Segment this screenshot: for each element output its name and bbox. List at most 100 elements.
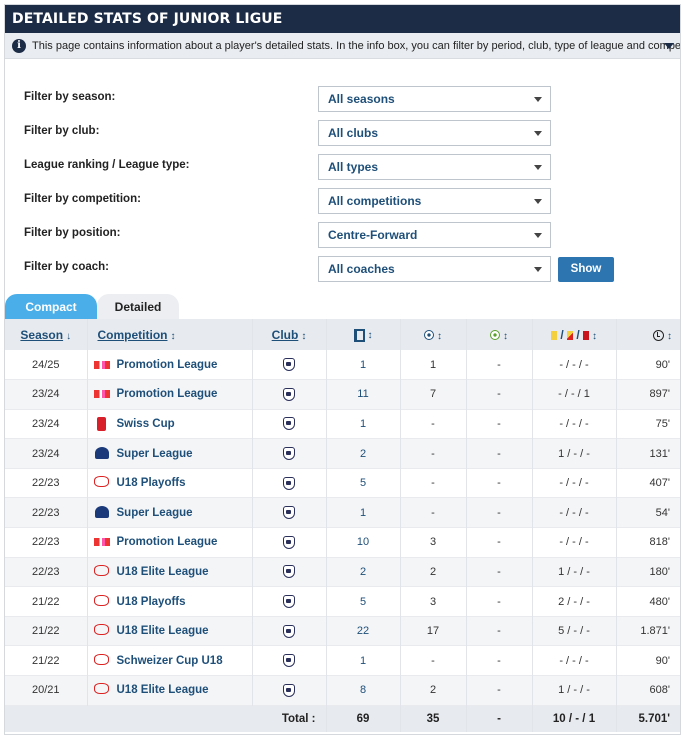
dropdown-arrow-icon (534, 233, 542, 238)
season-cell: 21/22 (5, 586, 88, 617)
apps-cell[interactable]: 2 (326, 438, 401, 469)
coach-select[interactable]: All coaches (318, 256, 551, 282)
cards-cell: 1 / - / - (532, 438, 617, 469)
apps-cell[interactable]: 22 (326, 616, 401, 646)
header-club[interactable]: Club ↕ (252, 319, 327, 350)
club-crest-icon[interactable] (283, 654, 295, 668)
club-crest-icon[interactable] (283, 476, 295, 490)
club-crest-icon[interactable] (283, 387, 295, 401)
goals-cell: 17 (400, 616, 467, 646)
apps-cell[interactable]: 10 (326, 527, 401, 558)
competition-link[interactable]: Promotion League (117, 536, 218, 548)
sort-icon: ↕ (592, 330, 598, 342)
goals-icon (424, 330, 434, 341)
u18-logo[interactable] (93, 476, 111, 490)
club-select[interactable]: All clubs (318, 120, 551, 146)
competition-link[interactable]: U18 Elite League (117, 684, 209, 696)
table-header-row: Season ↓ Competition ↕ Club ↕ ↕ ↕ ↕ / / ↕ ↕ (5, 319, 680, 350)
competition-cell: U18 Elite League (87, 557, 253, 587)
apps-cell[interactable]: 5 (326, 468, 401, 498)
header-season[interactable]: Season ↓ (5, 319, 88, 350)
u18-logo[interactable] (93, 653, 111, 668)
dropdown-arrow-icon (534, 267, 542, 272)
club-crest-icon[interactable] (283, 595, 295, 609)
u18-logo[interactable] (93, 683, 111, 697)
table-row: 21/22 U18 Playoffs 5 3-2 / - / - 480' (5, 586, 680, 617)
goals-cell: - (400, 409, 467, 439)
club-crest-icon[interactable] (283, 624, 295, 638)
season-cell: 21/22 (5, 645, 88, 676)
club-crest-icon[interactable] (283, 506, 295, 520)
club-crest-icon[interactable] (283, 447, 295, 461)
season-cell: 23/24 (5, 409, 88, 439)
promotion-league-logo[interactable] (93, 387, 111, 401)
assists-cell: - (466, 616, 533, 646)
table-row: 24/25 Promotion League 1 1- - / - / -90' (5, 350, 680, 380)
header-appearances[interactable]: ↕ (326, 319, 401, 350)
info-bar[interactable]: i This page contains information about a… (5, 33, 680, 59)
filter-label: Filter by season: (24, 91, 116, 103)
club-crest-icon[interactable] (283, 565, 295, 579)
competition-link[interactable]: Promotion League (117, 388, 218, 400)
super-league-logo[interactable] (93, 505, 111, 520)
competition-link[interactable]: U18 Elite League (117, 625, 209, 637)
header-goals[interactable]: ↕ (400, 319, 467, 350)
apps-cell[interactable]: 5 (326, 586, 401, 617)
apps-cell[interactable]: 1 (326, 409, 401, 439)
competition-cell: U18 Elite League (87, 675, 253, 706)
promotion-league-logo[interactable] (93, 535, 111, 549)
competition-link[interactable]: Schweizer Cup U18 (117, 655, 223, 667)
competition-cell: U18 Elite League (87, 616, 253, 646)
cards-cell: 1 / - / - (532, 557, 617, 587)
club-crest-icon[interactable] (283, 417, 295, 431)
swiss-cup-logo[interactable] (93, 416, 111, 431)
competition-link[interactable]: Swiss Cup (117, 418, 175, 430)
tab-detailed[interactable]: Detailed (97, 294, 179, 319)
apps-cell[interactable]: 1 (326, 645, 401, 676)
club-crest-icon[interactable] (283, 683, 295, 697)
league-type-select[interactable]: All types (318, 154, 551, 180)
header-cards[interactable]: / / ↕ (532, 319, 617, 350)
apps-cell[interactable]: 2 (326, 557, 401, 587)
show-button[interactable]: Show (558, 257, 614, 282)
apps-cell[interactable]: 1 (326, 497, 401, 528)
apps-cell[interactable]: 11 (326, 379, 401, 410)
header-competition[interactable]: Competition ↕ (87, 319, 253, 350)
competition-select[interactable]: All competitions (318, 188, 551, 214)
table-row: 22/23 U18 Playoffs 5- - - / - / -407' (5, 468, 680, 498)
season-cell: 23/24 (5, 438, 88, 469)
competition-link[interactable]: Super League (117, 448, 193, 460)
season-select[interactable]: All seasons (318, 86, 551, 112)
select-value: All types (328, 160, 379, 174)
club-crest-icon[interactable] (283, 358, 295, 372)
promotion-league-logo[interactable] (93, 358, 111, 372)
competition-link[interactable]: U18 Elite League (117, 566, 209, 578)
chevron-down-icon[interactable] (664, 43, 674, 49)
apps-cell[interactable]: 8 (326, 675, 401, 706)
competition-cell: Promotion League (87, 527, 253, 558)
sort-icon: ↕ (437, 330, 442, 342)
cards-cell: - / - / - (532, 468, 617, 498)
u18-logo[interactable] (93, 564, 111, 579)
competition-link[interactable]: U18 Playoffs (117, 477, 186, 489)
competition-link[interactable]: U18 Playoffs (117, 596, 186, 608)
header-assists[interactable]: ↕ (466, 319, 533, 350)
minutes-cell: 897' (649, 388, 670, 401)
select-value: Centre-Forward (328, 228, 418, 242)
competition-link[interactable]: Promotion League (117, 359, 218, 371)
u18-logo[interactable] (93, 624, 111, 638)
sort-down-icon: ↓ (66, 330, 72, 342)
club-crest-icon[interactable] (283, 535, 295, 549)
tab-compact[interactable]: Compact (5, 294, 97, 319)
cards-cell: 5 / - / - (532, 616, 617, 646)
u18-logo[interactable] (93, 594, 111, 609)
position-select[interactable]: Centre-Forward (318, 222, 551, 248)
apps-cell[interactable]: 1 (326, 350, 401, 380)
competition-cell: U18 Playoffs (87, 468, 253, 498)
header-minutes[interactable]: ↕ (616, 319, 680, 350)
sort-icon: ↕ (170, 330, 176, 342)
club-cell (252, 616, 327, 646)
cards-cell: - / - / - (532, 645, 617, 676)
super-league-logo[interactable] (93, 446, 111, 461)
competition-link[interactable]: Super League (117, 507, 193, 519)
